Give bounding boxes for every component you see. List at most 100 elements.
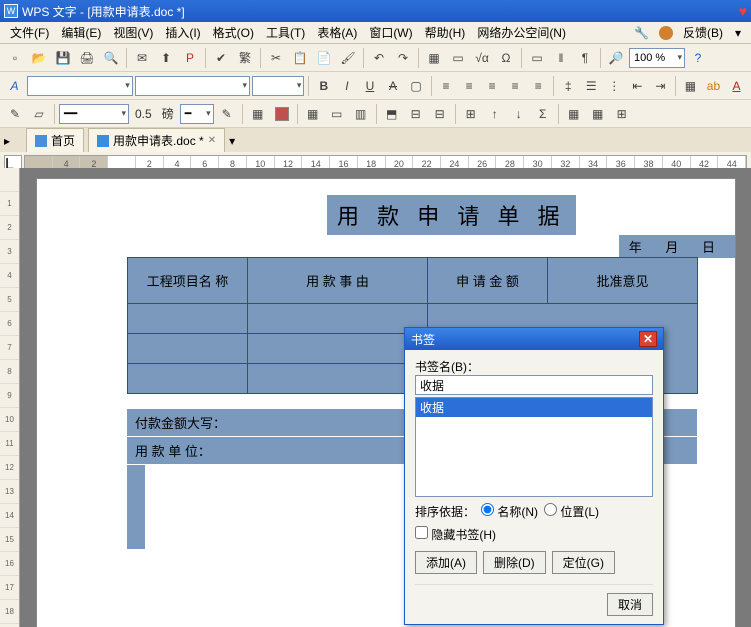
dist-cols-button[interactable]: ⊟ [429,103,451,125]
split-button[interactable]: ▥ [350,103,372,125]
menu-edit[interactable]: 编辑(E) [55,22,107,43]
tab-document[interactable]: 用款申请表.doc * ✕ [88,128,225,152]
indent-button[interactable]: ⇥ [650,75,671,97]
bookmark-list-item[interactable]: 收据 [416,398,652,417]
sort-asc-button[interactable]: ↑ [484,103,506,125]
eraser-button[interactable]: ▱ [28,103,50,125]
symbol-button[interactable]: Ω [495,47,517,69]
menu-window[interactable]: 窗口(W) [363,22,418,43]
line-style-combo[interactable]: ━━ [59,104,129,124]
sort-pos-radio[interactable]: 位置(L) [544,503,599,520]
borders-button[interactable]: ▦ [247,103,269,125]
tab-menu-button[interactable]: ▾ [229,134,247,152]
formula-button[interactable]: √α [471,47,493,69]
menu-file[interactable]: 文件(F) [4,22,55,43]
dialog-titlebar[interactable]: 书签 ✕ [405,328,663,350]
tab-home[interactable]: 首页 [26,128,84,152]
shading-button[interactable] [271,103,293,125]
menu-insert[interactable]: 插入(I) [159,22,206,43]
style-combo[interactable] [27,76,133,96]
help-button[interactable]: ? [687,47,709,69]
align-left-button[interactable]: ≡ [436,75,457,97]
menu-format[interactable]: 格式(O) [207,22,260,43]
insert-table-button[interactable]: ▦ [302,103,324,125]
redo-button[interactable]: ↷ [392,47,414,69]
line-width-combo[interactable]: ━ [180,104,214,124]
vertical-ruler[interactable]: 123 4567 891011 12131415 161718 [0,168,20,627]
align-justify-button[interactable]: ≡ [505,75,526,97]
zoom-combo[interactable]: 100 % [629,48,685,68]
undo-button[interactable]: ↶ [368,47,390,69]
outdent-button[interactable]: ⇤ [627,75,648,97]
dialog-close-button[interactable]: ✕ [639,331,657,347]
align-dist-button[interactable]: ≡ [528,75,549,97]
avatar-icon[interactable] [659,26,673,40]
menu-view[interactable]: 视图(V) [107,22,159,43]
menu-help[interactable]: 帮助(H) [419,22,472,43]
para-button[interactable]: ¶ [574,47,596,69]
align-center-button[interactable]: ≡ [459,75,480,97]
open-button[interactable]: 📂 [28,47,50,69]
gridlines-button[interactable]: ▦ [587,103,609,125]
copy-button[interactable]: 📋 [289,47,311,69]
menu-table[interactable]: 表格(A) [311,22,363,43]
props-button[interactable]: ⊞ [611,103,633,125]
draw-table-button[interactable]: ✎ [4,103,26,125]
row-button[interactable]: ▭ [447,47,469,69]
goto-button[interactable]: 定位(G) [552,551,615,574]
box-char-button[interactable]: ▢ [406,75,427,97]
pen-color-button[interactable]: ✎ [216,103,238,125]
export-button[interactable]: ⬆ [155,47,177,69]
sort-name-radio[interactable]: 名称(N) [481,503,538,520]
new-button[interactable]: ▫ [4,47,26,69]
sum-button[interactable]: Σ [532,103,554,125]
fontcolor-button[interactable]: A [726,75,747,97]
bullist-button[interactable]: ⋮ [604,75,625,97]
tab-close-icon[interactable]: ✕ [208,135,216,146]
trad-button[interactable]: 繁 [234,47,256,69]
align-right-button[interactable]: ≡ [482,75,503,97]
format-painter-button[interactable]: 🖌 [337,47,359,69]
border-button[interactable]: ▦ [680,75,701,97]
save-button[interactable]: 💾 [52,47,74,69]
pdf-button[interactable]: P [179,47,201,69]
numlist-button[interactable]: ☰ [581,75,602,97]
dist-rows-button[interactable]: ⊟ [405,103,427,125]
sort-desc-button[interactable]: ↓ [508,103,530,125]
bookmark-list[interactable]: 收据 [415,397,653,497]
delete-button[interactable]: 删除(D) [483,551,546,574]
columns-button[interactable]: ‖ [550,47,572,69]
hide-bookmark-checkbox[interactable]: 隐藏书签(H) [415,526,496,543]
highlight-button[interactable]: ab [703,75,724,97]
print-button[interactable]: 🖨 [76,47,98,69]
frame-button[interactable]: ▭ [526,47,548,69]
linespace-button[interactable]: ‡ [558,75,579,97]
wrench-icon[interactable]: 🔧 [628,24,655,42]
paste-button[interactable]: 📄 [313,47,335,69]
cut-button[interactable]: ✂ [265,47,287,69]
menu-dropdown-icon[interactable]: ▾ [729,24,747,42]
italic-button[interactable]: I [336,75,357,97]
tab-list-button[interactable]: ▸ [4,134,22,152]
menu-feedback[interactable]: 反馈(B) [677,22,729,43]
add-button[interactable]: 添加(A) [415,551,477,574]
cancel-button[interactable]: 取消 [607,593,653,616]
strike-button[interactable]: A [382,75,403,97]
autofit-button[interactable]: ⊞ [460,103,482,125]
underline-button[interactable]: U [359,75,380,97]
menu-cloud[interactable]: 网络办公空间(N) [471,22,572,43]
menu-tools[interactable]: 工具(T) [260,22,311,43]
mail-button[interactable]: ✉ [131,47,153,69]
spell-button[interactable]: ✔ [210,47,232,69]
merge-button[interactable]: ▭ [326,103,348,125]
valign-top-button[interactable]: ⬒ [381,103,403,125]
font-combo[interactable] [135,76,250,96]
preview-button[interactable]: 🔍 [100,47,122,69]
bookmark-name-input[interactable] [415,375,653,395]
table-button[interactable]: ▦ [423,47,445,69]
style-button[interactable]: A [4,75,25,97]
size-combo[interactable] [252,76,304,96]
find-button[interactable]: 🔎 [605,47,627,69]
select-table-button[interactable]: ▦ [563,103,585,125]
bold-button[interactable]: B [313,75,334,97]
